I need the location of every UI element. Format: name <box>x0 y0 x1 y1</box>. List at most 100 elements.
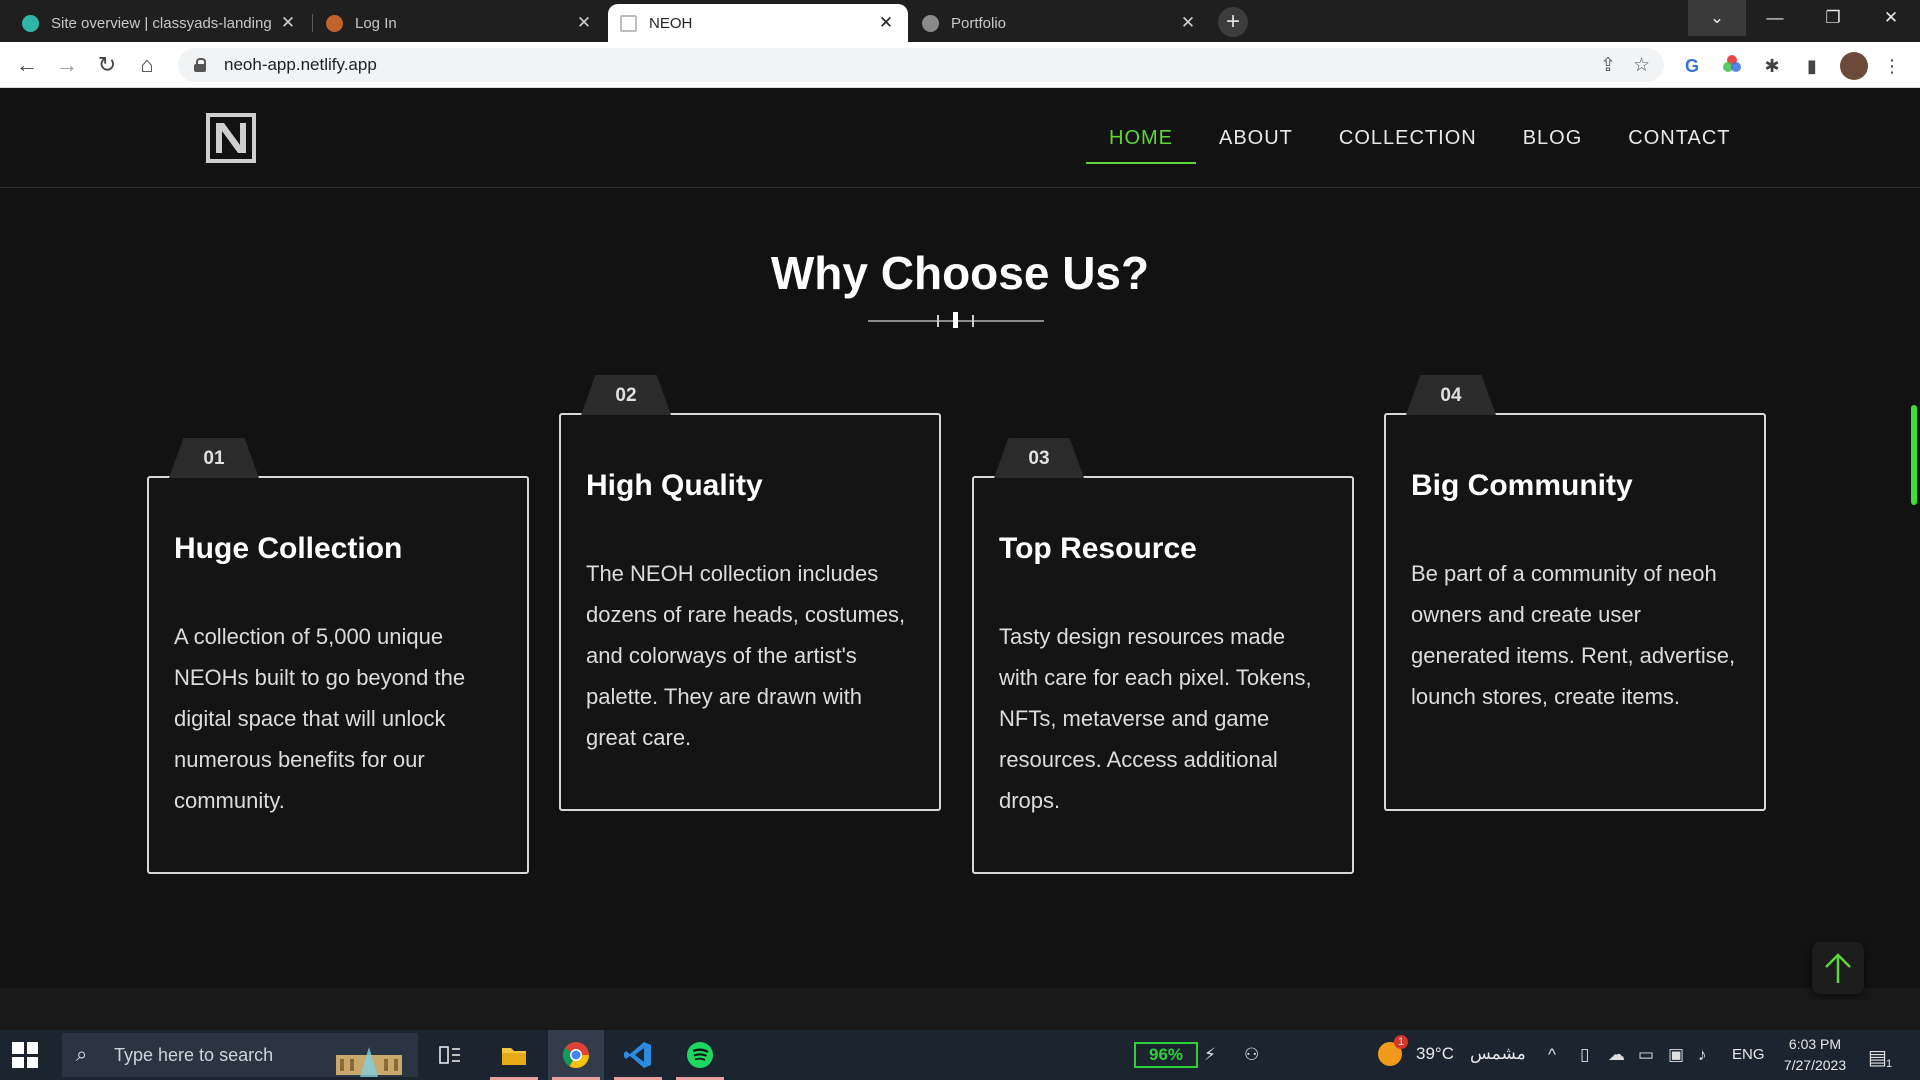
search-highlight-illustration-icon <box>336 1047 402 1077</box>
language-indicator[interactable]: ENG <box>1732 1046 1765 1063</box>
spotify-icon[interactable] <box>672 1030 728 1080</box>
clock[interactable]: 6:03 PM 7/27/2023 <box>1770 1034 1860 1076</box>
task-view-icon[interactable] <box>422 1030 478 1080</box>
netlify-favicon-icon <box>22 14 39 32</box>
network-icon[interactable]: ▣ <box>1668 1045 1684 1065</box>
weather-badge: 1 <box>1394 1035 1408 1049</box>
card-title: Top Resource <box>999 532 1197 565</box>
card-number-tab: 01 <box>169 438 259 478</box>
chevron-up-icon[interactable]: ^ <box>1548 1045 1556 1065</box>
arrow-up-icon <box>1825 953 1851 983</box>
neoh-logo[interactable] <box>206 113 256 163</box>
tab-log-in[interactable]: Log In ✕ <box>314 4 606 42</box>
nav-about[interactable]: ABOUT <box>1196 120 1316 164</box>
people-icon[interactable]: ⚇ <box>1244 1045 1259 1065</box>
windows-start-icon[interactable] <box>12 1042 38 1068</box>
card-number-tab: 02 <box>581 375 671 415</box>
battery-indicator[interactable]: 96% <box>1134 1042 1198 1068</box>
puzzle-extensions-icon[interactable]: ✱ <box>1760 54 1784 78</box>
site-header: HOME ABOUT COLLECTION BLOG CONTACT <box>0 88 1920 188</box>
section-title: Why Choose Us? <box>770 247 1150 299</box>
device-icon[interactable]: ▯ <box>1580 1045 1589 1065</box>
card-number: 01 <box>203 448 225 469</box>
chrome-icon[interactable] <box>548 1030 604 1080</box>
vscode-icon[interactable] <box>610 1030 666 1080</box>
nav-collection[interactable]: COLLECTION <box>1316 120 1500 164</box>
tab-title: Portfolio <box>951 14 1007 32</box>
kebab-menu-icon[interactable]: ⋮ <box>1880 54 1904 78</box>
feature-card-high-quality: 02 High Quality The NEOH collection incl… <box>559 375 941 811</box>
file-explorer-icon[interactable] <box>486 1030 542 1080</box>
title-divider <box>868 312 1044 328</box>
card-number-tab: 03 <box>994 438 1084 478</box>
footer-strip <box>0 988 1920 1030</box>
card-title: Big Community <box>1411 469 1633 502</box>
forward-arrow-icon[interactable]: → <box>52 50 82 80</box>
feature-card-huge-collection: 01 Huge Collection A collection of 5,000… <box>147 438 529 874</box>
color-picker-extension-icon[interactable] <box>1720 54 1744 78</box>
battery-tray-icon[interactable]: ▭ <box>1638 1045 1654 1065</box>
close-icon[interactable]: ✕ <box>574 13 594 33</box>
tab-portfolio[interactable]: Portfolio ✕ <box>910 4 1210 42</box>
tab-search-chevron-icon[interactable]: ⌄ <box>1688 0 1746 36</box>
window-close-icon[interactable]: ✕ <box>1862 0 1920 36</box>
notification-icon[interactable]: ▤ <box>1868 1045 1887 1070</box>
neoh-favicon-icon <box>620 14 637 32</box>
scroll-to-top-button[interactable] <box>1812 942 1864 994</box>
cloud-icon[interactable]: ☁ <box>1608 1045 1625 1065</box>
nav-contact[interactable]: CONTACT <box>1605 120 1753 164</box>
neoh-website: HOME ABOUT COLLECTION BLOG CONTACT Why C… <box>0 88 1920 1030</box>
share-icon[interactable]: ⇪ <box>1600 54 1616 77</box>
windows-taskbar: ⌕ Type here to search 96% ⚡ ⚇ 1 39°C مشم… <box>0 1030 1920 1080</box>
nav-home[interactable]: HOME <box>1086 120 1196 164</box>
feature-card-top-resource: 03 Top Resource Tasty design resources m… <box>972 438 1354 874</box>
card-number: 03 <box>1028 448 1050 469</box>
tab-site-overview[interactable]: Site overview | classyads-landing ✕ <box>10 4 310 42</box>
volume-icon[interactable]: ♪ <box>1698 1045 1707 1065</box>
address-bar[interactable]: neoh-app.netlify.app ⇪ ☆ <box>178 48 1664 82</box>
bookmark-star-icon[interactable]: ☆ <box>1633 54 1650 77</box>
feature-card-big-community: 04 Big Community Be part of a community … <box>1384 375 1766 811</box>
new-tab-button[interactable]: + <box>1218 7 1248 37</box>
weather-condition[interactable]: مشمس <box>1470 1044 1526 1064</box>
lock-icon[interactable] <box>194 58 208 72</box>
tab-separator <box>312 14 313 32</box>
charging-plug-icon: ⚡ <box>1204 1045 1216 1064</box>
main-navigation: HOME ABOUT COLLECTION BLOG CONTACT <box>1086 120 1753 164</box>
card-number: 02 <box>615 385 637 406</box>
card-title: High Quality <box>586 469 763 502</box>
close-icon[interactable]: ✕ <box>278 13 298 33</box>
close-icon[interactable]: ✕ <box>876 13 896 33</box>
clock-date: 7/27/2023 <box>1783 1057 1847 1073</box>
tab-title: Log In <box>355 14 397 32</box>
reload-icon[interactable]: ↻ <box>92 50 122 80</box>
notification-count: 1 <box>1886 1058 1893 1070</box>
home-icon[interactable]: ⌂ <box>132 50 162 80</box>
card-number-tab: 04 <box>1406 375 1496 415</box>
taskbar-search-box[interactable]: ⌕ Type here to search <box>62 1033 418 1077</box>
clock-time: 6:03 PM <box>1788 1036 1842 1052</box>
login-favicon-icon <box>326 14 343 32</box>
back-arrow-icon[interactable]: ← <box>12 50 42 80</box>
page-scrollbar-thumb[interactable] <box>1911 405 1917 505</box>
translate-extension-icon[interactable]: G <box>1680 54 1704 78</box>
search-icon: ⌕ <box>76 1043 88 1066</box>
card-text: A collection of 5,000 unique NEOHs built… <box>174 624 466 813</box>
url-text[interactable]: neoh-app.netlify.app <box>224 55 377 75</box>
profile-avatar[interactable] <box>1840 52 1868 80</box>
tab-title: NEOH <box>649 14 693 32</box>
card-text: Tasty design resources made with care fo… <box>999 624 1312 813</box>
browser-toolbar: ← → ↻ ⌂ neoh-app.netlify.app ⇪ ☆ G ✱ ▮ ⋮ <box>0 42 1920 88</box>
card-number: 04 <box>1440 385 1462 406</box>
nav-blog[interactable]: BLOG <box>1500 120 1606 164</box>
tab-neoh[interactable]: NEOH ✕ <box>608 4 908 42</box>
side-panel-icon[interactable]: ▮ <box>1800 54 1824 78</box>
minimize-icon[interactable]: — <box>1746 0 1804 36</box>
window-controls: ⌄ — ❐ ✕ <box>1688 0 1920 36</box>
close-icon[interactable]: ✕ <box>1178 13 1198 33</box>
restore-icon[interactable]: ❐ <box>1804 0 1862 36</box>
tab-title: Site overview | classyads-landing <box>51 14 272 32</box>
search-placeholder: Type here to search <box>114 1044 274 1065</box>
browser-tab-strip: Site overview | classyads-landing ✕ Log … <box>0 0 1920 42</box>
weather-temperature[interactable]: 39°C <box>1416 1044 1454 1064</box>
